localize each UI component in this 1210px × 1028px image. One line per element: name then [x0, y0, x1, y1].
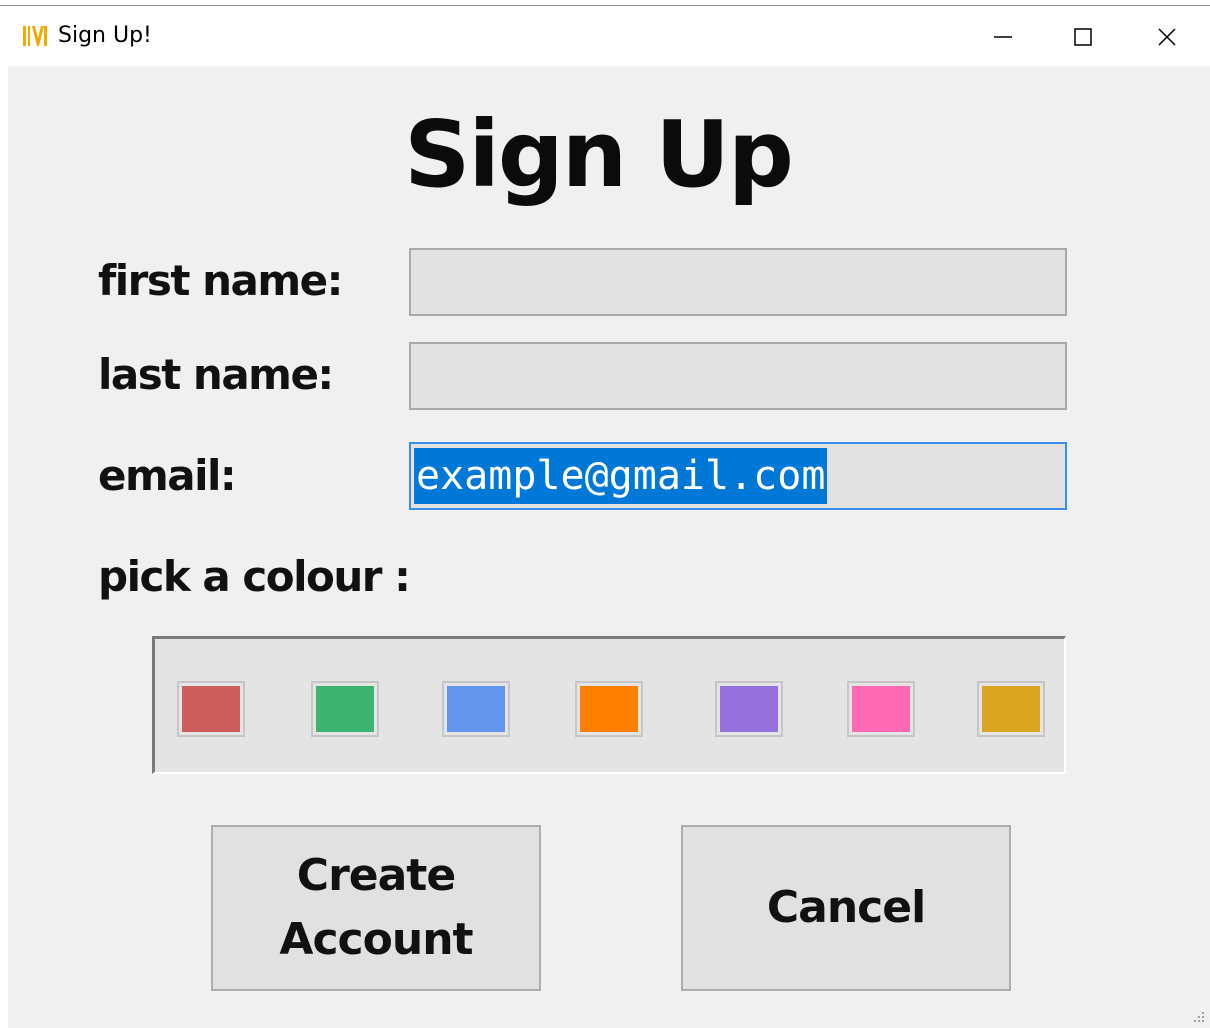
create-account-line2: Account	[279, 914, 473, 965]
create-account-button[interactable]: Create Account	[211, 825, 541, 991]
swatch-purple-fill	[720, 686, 778, 732]
first-name-label: first name:	[98, 256, 343, 305]
signup-window: Sign Up! Sign Up first name: last name: …	[0, 0, 1210, 1028]
email-field[interactable]: example@gmail.com	[409, 442, 1067, 510]
email-label: email:	[98, 451, 237, 500]
page-title: Sign Up	[404, 101, 794, 208]
cancel-label: Cancel	[766, 882, 926, 933]
swatch-gold-fill	[982, 686, 1040, 732]
window-title: Sign Up!	[58, 23, 152, 48]
create-account-label: Create Account	[279, 844, 473, 972]
swatch-red-fill	[182, 686, 240, 732]
resize-grip-icon[interactable]	[1192, 1010, 1206, 1024]
swatch-blue-fill	[447, 686, 505, 732]
create-account-line1: Create	[296, 850, 456, 901]
swatch-orange[interactable]	[575, 681, 643, 737]
last-name-label: last name:	[98, 350, 334, 399]
swatch-purple[interactable]	[715, 681, 783, 737]
email-selected-text: example@gmail.com	[414, 448, 828, 504]
swatch-green[interactable]	[311, 681, 379, 737]
swatch-orange-fill	[580, 686, 638, 732]
swatch-pink-fill	[852, 686, 910, 732]
window-top-edge	[0, 0, 1210, 6]
close-icon	[1158, 28, 1176, 46]
title-bar[interactable]: Sign Up!	[0, 8, 1210, 66]
last-name-field[interactable]	[409, 342, 1067, 410]
first-name-field[interactable]	[409, 248, 1067, 316]
maximize-button[interactable]	[1042, 8, 1124, 66]
colour-label: pick a colour :	[98, 552, 411, 601]
form-area: Sign Up first name: last name: email: ex…	[8, 66, 1210, 1028]
close-button[interactable]	[1126, 8, 1208, 66]
minimize-icon	[994, 36, 1012, 38]
swatch-red[interactable]	[177, 681, 245, 737]
maximize-icon	[1074, 28, 1092, 46]
minimize-button[interactable]	[962, 8, 1044, 66]
swatch-pink[interactable]	[847, 681, 915, 737]
tkinter-feather-icon	[23, 26, 47, 46]
swatch-blue[interactable]	[442, 681, 510, 737]
colour-palette	[152, 636, 1066, 774]
cancel-button[interactable]: Cancel	[681, 825, 1011, 991]
swatch-green-fill	[316, 686, 374, 732]
swatch-gold[interactable]	[977, 681, 1045, 737]
